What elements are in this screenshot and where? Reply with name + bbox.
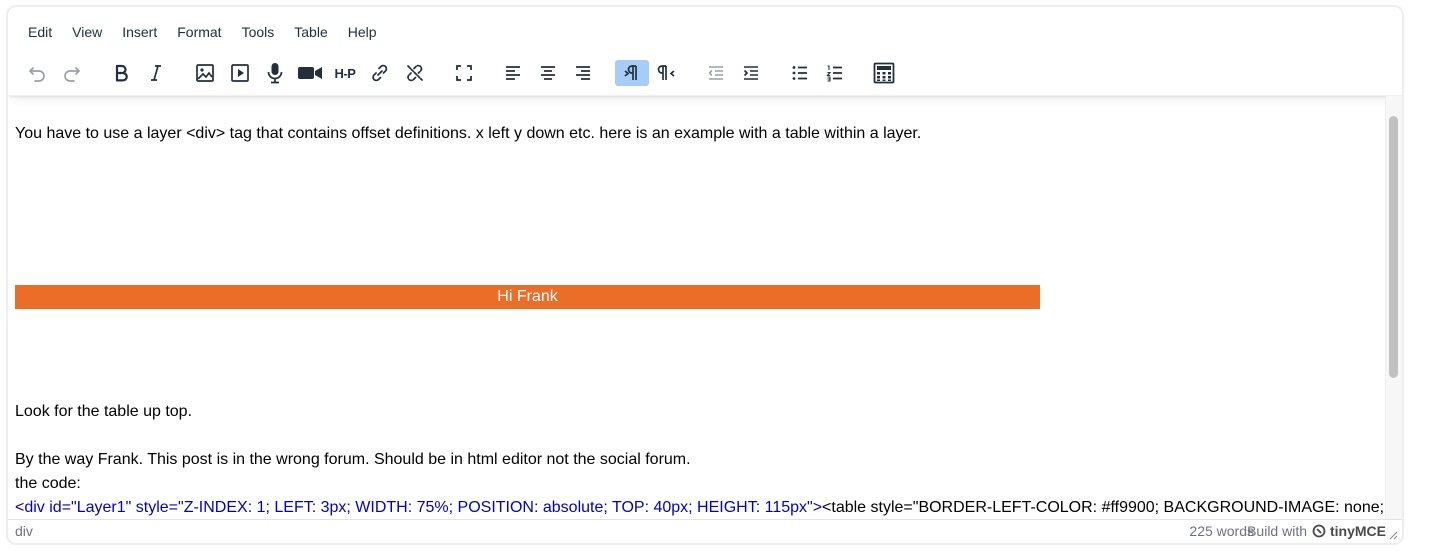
link-button[interactable] [363,60,397,86]
calculator-button[interactable] [867,60,901,86]
menu-tools[interactable]: Tools [232,14,285,44]
align-center-icon [541,66,555,80]
h5p-icon: H-P [334,65,356,81]
ltr-button[interactable] [615,60,649,86]
align-left-button[interactable] [496,60,530,86]
image-button[interactable] [188,60,222,86]
h5p-button[interactable]: H-P [328,60,362,86]
menu-help[interactable]: Help [338,14,387,44]
toolbar-group-lists [783,60,853,86]
record-audio-button[interactable] [258,60,292,86]
unlink-button[interactable] [398,60,432,86]
editor-content-area[interactable]: You have to use a layer <div> tag that c… [8,96,1386,520]
rtl-button[interactable] [650,60,684,86]
menu-insert[interactable]: Insert [112,14,167,44]
bullet-list-icon [792,66,807,80]
bullet-list-button[interactable] [783,60,817,86]
align-center-button[interactable] [531,60,565,86]
toolbar-group-indent [699,60,769,86]
element-path[interactable]: div [15,523,33,539]
menu-table[interactable]: Table [284,14,337,44]
redo-icon [64,67,80,82]
image-icon [196,64,214,82]
align-right-button[interactable] [566,60,600,86]
video-camera-icon [298,67,322,79]
media-button[interactable] [223,60,257,86]
rtl-icon [657,65,675,80]
rich-text-editor: Edit View Insert Format Tools Table Help [6,5,1404,545]
code-table-tag: <table style="BORDER-LEFT-COLOR: #ff9900… [822,499,1385,516]
menubar: Edit View Insert Format Tools Table Help [8,7,1402,51]
indent-icon [743,66,758,80]
italic-icon [151,65,161,81]
scrollbar-thumb[interactable] [1389,116,1398,378]
statusbar: div 225 words Build with tinyMCE [8,519,1402,543]
outdent-button[interactable] [699,60,733,86]
byway-paragraph: By the way Frank. This post is in the wr… [15,451,691,468]
outdent-icon [708,66,723,80]
undo-button[interactable] [20,60,54,86]
word-count[interactable]: 225 words [1189,523,1254,539]
menu-edit[interactable]: Edit [18,14,62,44]
unlink-icon [407,64,423,82]
branding-link[interactable]: Build with tinyMCE [1247,523,1386,539]
numbered-list-button[interactable] [818,60,852,86]
toolbar-group-direction [615,60,685,86]
code-div-tag: <div id="Layer1" style="Z-INDEX: 1; LEFT… [15,499,823,516]
undo-icon [29,67,45,82]
toolbar-group-format [104,60,174,86]
toolbar: H-P [8,51,1402,96]
fullscreen-icon [456,65,472,81]
code-line: <div id="Layer1" style="Z-INDEX: 1; LEFT… [15,496,1384,520]
toolbar-group-align [496,60,601,86]
tinymce-brand: tinyMCE [1330,523,1386,539]
toolbar-group-view [447,60,482,86]
calculator-icon [873,62,895,84]
fullscreen-button[interactable] [447,60,481,86]
bold-button[interactable] [104,60,138,86]
menu-format[interactable]: Format [167,14,231,44]
link-icon [372,64,388,82]
numbered-list-icon [826,65,842,82]
media-icon [231,64,249,82]
look-paragraph: Look for the table up top. [15,403,193,420]
toolbar-group-history [20,60,90,86]
build-with-label: Build with [1247,523,1307,539]
redo-button[interactable] [55,60,89,86]
toolbar-group-insert: H-P [188,60,433,86]
align-left-icon [506,66,520,80]
vertical-scrollbar[interactable] [1385,96,1402,520]
menu-view[interactable]: View [62,14,112,44]
layer-table-banner: Hi Frank [15,285,1040,309]
intro-paragraph: You have to use a layer <div> tag that c… [15,125,922,142]
indent-button[interactable] [734,60,768,86]
toolbar-group-tools [867,60,902,86]
resize-handle-icon[interactable] [1388,530,1398,540]
microphone-icon [267,63,283,84]
align-right-icon [576,66,590,80]
italic-button[interactable] [139,60,173,86]
ltr-icon [624,65,637,80]
bold-icon [115,64,128,82]
code-label: the code: [15,475,81,492]
tinymce-logo-icon [1312,524,1326,538]
record-video-button[interactable] [293,60,327,86]
